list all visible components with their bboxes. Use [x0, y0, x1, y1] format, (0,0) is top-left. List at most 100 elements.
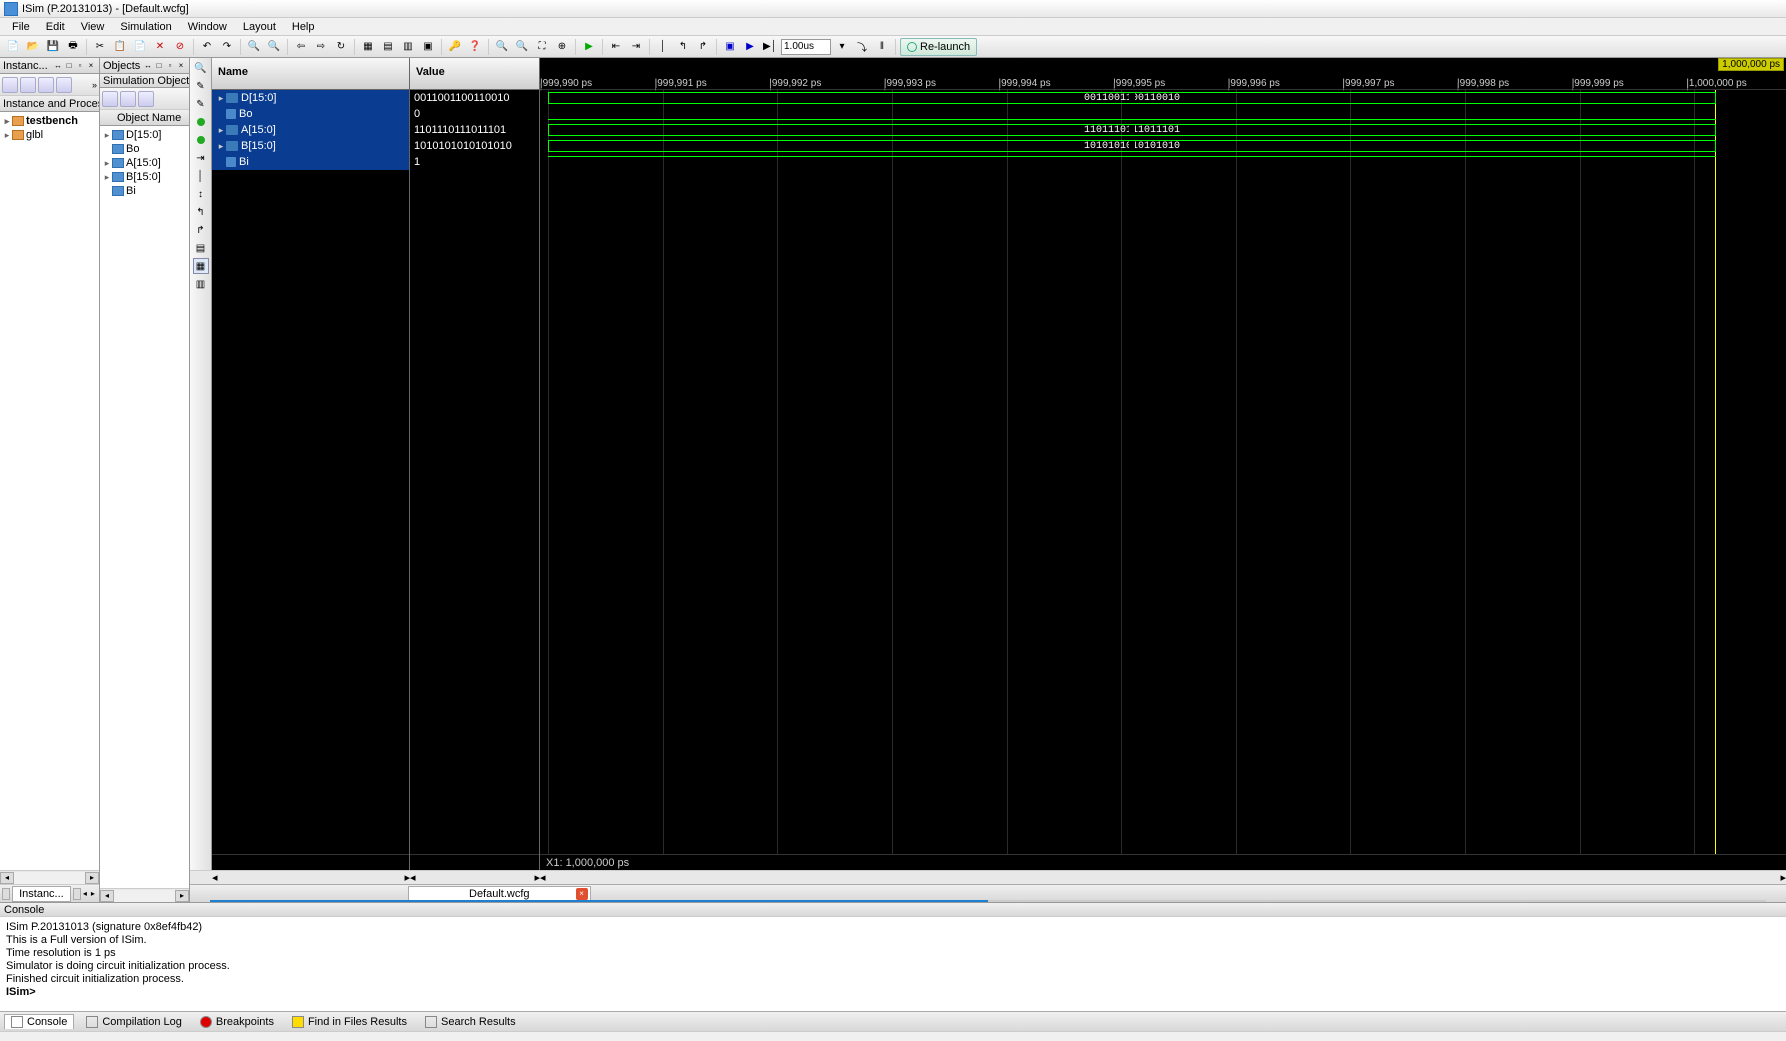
refresh-icon[interactable]: ↻: [332, 38, 350, 56]
relaunch-button[interactable]: Re-launch: [900, 38, 977, 56]
signal-name-row[interactable]: ▸D[15:0]: [212, 90, 409, 106]
menu-help[interactable]: Help: [284, 21, 323, 33]
max-icon[interactable]: ▫: [165, 61, 175, 71]
wave-btn2-icon[interactable]: ✎: [193, 96, 209, 112]
expand-icon[interactable]: ▸: [2, 130, 12, 141]
save-icon[interactable]: 💾: [44, 38, 62, 56]
scroll-left-icon[interactable]: ◂: [540, 871, 546, 884]
paste-icon[interactable]: 📄: [131, 38, 149, 56]
wave-goto-icon[interactable]: ⇥: [193, 150, 209, 166]
signal-value-row[interactable]: 0011001100110010: [410, 90, 539, 106]
scroll-left-icon[interactable]: ◂: [100, 890, 114, 902]
expand-icon[interactable]: ▸: [102, 158, 112, 169]
fwd-icon[interactable]: ⇨: [312, 38, 330, 56]
undo-icon[interactable]: ↶: [198, 38, 216, 56]
step-icon[interactable]: ⤵: [853, 38, 871, 56]
cut-icon[interactable]: ✂: [91, 38, 109, 56]
tree-item-glbl[interactable]: ▸ glbl: [2, 128, 97, 142]
expand-icon[interactable]: ▸: [216, 125, 226, 136]
prevtr-icon[interactable]: ↰: [674, 38, 692, 56]
find2-icon[interactable]: 🔍: [265, 38, 283, 56]
signal-value-row[interactable]: 1010101010101010: [410, 138, 539, 154]
tab-left-icon[interactable]: ◂: [83, 889, 89, 898]
scroll-left-icon[interactable]: ◂: [410, 871, 416, 884]
object-row[interactable]: ▸D[15:0]: [102, 128, 187, 142]
max-icon[interactable]: ▫: [75, 61, 85, 71]
tab-compilation-log[interactable]: Compilation Log: [80, 1015, 188, 1029]
menu-simulation[interactable]: Simulation: [112, 21, 179, 33]
pin-icon[interactable]: ↔: [53, 61, 63, 71]
window1-icon[interactable]: ▦: [359, 38, 377, 56]
inst-btn3-icon[interactable]: [38, 77, 54, 93]
wave-cursor-icon[interactable]: ↕: [193, 186, 209, 202]
pin-icon[interactable]: ↔: [143, 61, 153, 71]
expand-icon[interactable]: ▸: [102, 172, 112, 183]
tab-breakpoints[interactable]: Breakpoints: [194, 1015, 280, 1029]
wave-prev-icon[interactable]: ↰: [193, 204, 209, 220]
menu-file[interactable]: File: [4, 21, 38, 33]
scroll-right-icon[interactable]: ▸: [175, 890, 189, 902]
delete-icon[interactable]: ✕: [151, 38, 169, 56]
wave-zoom-icon[interactable]: 🔍: [193, 60, 209, 76]
tab-instances[interactable]: Instanc...: [12, 886, 71, 902]
signal-value-row[interactable]: 0: [410, 106, 539, 122]
objects-hscroll[interactable]: ◂ ▸: [100, 888, 189, 902]
cursor-line[interactable]: [1715, 90, 1716, 854]
tab-right-icon[interactable]: ▸: [91, 889, 97, 898]
inst-btn1-icon[interactable]: [2, 77, 18, 93]
wave-add-icon[interactable]: [193, 114, 209, 130]
tab-icon[interactable]: [2, 888, 10, 900]
obj-btn3-icon[interactable]: [138, 91, 154, 107]
nexttr-icon[interactable]: ↱: [694, 38, 712, 56]
tab-find-results[interactable]: Find in Files Results: [286, 1015, 413, 1029]
expand-icon[interactable]: ▸: [216, 93, 226, 104]
signal-name-row[interactable]: Bi: [212, 154, 409, 170]
close-icon[interactable]: ×: [86, 61, 96, 71]
copy-icon[interactable]: 📋: [111, 38, 129, 56]
signal-value-row[interactable]: 1101110111011101: [410, 122, 539, 138]
zoomout-icon[interactable]: 🔍: [513, 38, 531, 56]
signal-name-row[interactable]: ▸B[15:0]: [212, 138, 409, 154]
new-icon[interactable]: 📄: [4, 38, 22, 56]
object-row[interactable]: ▸B[15:0]: [102, 170, 187, 184]
expand-icon[interactable]: ▸: [102, 130, 112, 141]
scroll-left-icon[interactable]: ◂: [212, 871, 218, 884]
signal-value-row[interactable]: 1: [410, 154, 539, 170]
wave-tab-icon[interactable]: [194, 887, 208, 901]
time-ruler[interactable]: 1,000,000 ps |999,990 ps|999,991 ps|999,…: [540, 58, 1786, 90]
restore-icon[interactable]: □: [154, 61, 164, 71]
run-icon[interactable]: ▶: [741, 38, 759, 56]
tab-default-wcfg[interactable]: Default.wcfg ×: [408, 886, 591, 902]
redo-icon[interactable]: ↷: [218, 38, 236, 56]
key-icon[interactable]: 🔑: [446, 38, 464, 56]
runfor-icon[interactable]: ▶│: [761, 38, 779, 56]
object-row[interactable]: Bo: [102, 142, 187, 156]
menu-view[interactable]: View: [73, 21, 113, 33]
pause-icon[interactable]: ‖: [873, 38, 891, 56]
scroll-right-icon[interactable]: ▸: [1780, 871, 1786, 884]
window3-icon[interactable]: ▥: [399, 38, 417, 56]
dropdown-icon[interactable]: ▾: [833, 38, 851, 56]
back-icon[interactable]: ⇦: [292, 38, 310, 56]
restore-icon[interactable]: □: [64, 61, 74, 71]
console-output[interactable]: ISim P.20131013 (signature 0x8ef4fb42) T…: [0, 917, 1786, 1011]
waveform-signals[interactable]: 0011001100110010110111011101110110101010…: [540, 90, 1786, 854]
wave-grp1-icon[interactable]: ▤: [193, 240, 209, 256]
restart-icon[interactable]: ▣: [721, 38, 739, 56]
obj-btn1-icon[interactable]: [102, 91, 118, 107]
tab2-icon[interactable]: [73, 888, 81, 900]
window2-icon[interactable]: ▤: [379, 38, 397, 56]
instances-hscroll[interactable]: ◂ ▸: [0, 870, 99, 884]
zoomin-icon[interactable]: 🔍: [493, 38, 511, 56]
goleft-icon[interactable]: ⇤: [607, 38, 625, 56]
window4-icon[interactable]: ▣: [419, 38, 437, 56]
tab-search-results[interactable]: Search Results: [419, 1015, 522, 1029]
inst-btn4-icon[interactable]: [56, 77, 72, 93]
open-icon[interactable]: 📂: [24, 38, 42, 56]
signal-name-row[interactable]: ▸A[15:0]: [212, 122, 409, 138]
find-icon[interactable]: 🔍: [245, 38, 263, 56]
menu-layout[interactable]: Layout: [235, 21, 284, 33]
zoomcur-icon[interactable]: ⊕: [553, 38, 571, 56]
name-header[interactable]: Name: [212, 58, 409, 90]
wave-btn1-icon[interactable]: ✎: [193, 78, 209, 94]
